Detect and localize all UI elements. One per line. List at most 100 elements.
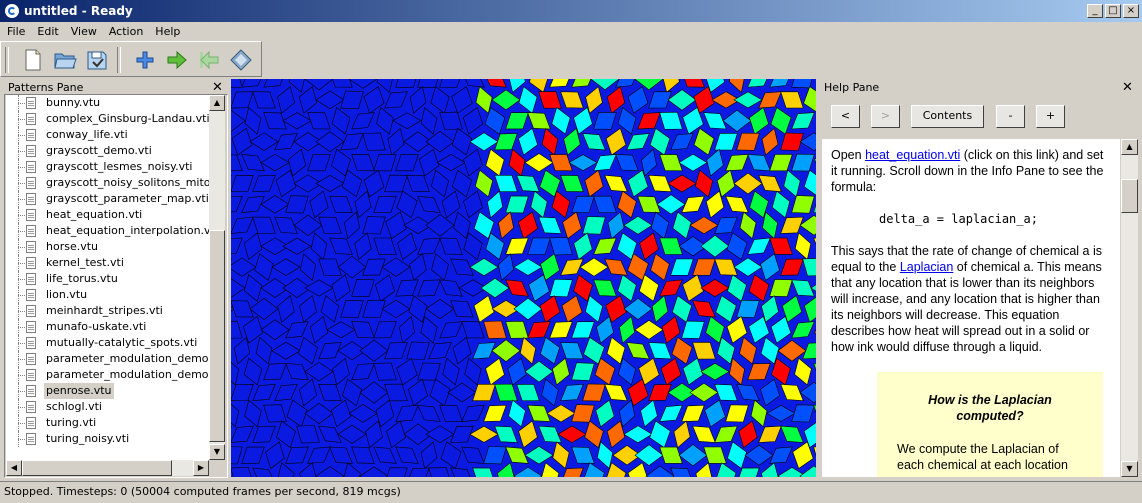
penrose-tile: [298, 378, 318, 407]
scroll-thumb[interactable]: [209, 230, 225, 442]
penrose-tile: [700, 362, 730, 381]
penrose-tile: [791, 79, 813, 89]
penrose-tile: [384, 91, 408, 109]
help-contents-button[interactable]: Contents: [911, 105, 984, 128]
maximize-button[interactable]: □: [1105, 4, 1121, 18]
add-icon[interactable]: [133, 48, 157, 72]
file-icon: [26, 97, 36, 109]
penrose-tile: [249, 132, 279, 151]
help-vertical-scrollbar[interactable]: ▲ ▼: [1121, 139, 1138, 477]
penrose-tile: [231, 154, 243, 172]
help-pane-close-icon[interactable]: ✕: [1122, 79, 1133, 96]
help-forward-button[interactable]: >: [871, 105, 900, 128]
penrose-tile: [498, 211, 514, 240]
menu-file[interactable]: File: [0, 22, 30, 38]
penrose-tile: [593, 195, 617, 214]
penrose-tile: [692, 341, 716, 360]
penrose-tile: [761, 462, 779, 477]
heat-equation-link[interactable]: heat_equation.vti: [865, 148, 960, 162]
penrose-tile: [744, 444, 774, 466]
laplacian-link[interactable]: Laplacian: [900, 260, 954, 274]
penrose-tile: [494, 133, 518, 151]
diamond-icon[interactable]: [229, 48, 253, 72]
penrose-tile: [392, 112, 422, 130]
penrose-tile: [557, 425, 587, 443]
penrose-tile: [527, 237, 551, 255]
close-button[interactable]: ×: [1123, 4, 1139, 18]
penrose-tile: [766, 405, 796, 422]
run-icon[interactable]: [165, 48, 189, 72]
help-zoom-in-button[interactable]: +: [1036, 105, 1065, 128]
penrose-tile: [277, 462, 295, 477]
help-zoom-out-button[interactable]: -: [996, 105, 1025, 128]
menu-action[interactable]: Action: [102, 22, 148, 38]
penrose-tile: [582, 216, 606, 235]
penrose-tile: [769, 154, 793, 172]
patterns-tree[interactable]: bunny.vtu complex_Ginsburg-Landau.vti conw…: [6, 95, 209, 460]
penrose-tile: [729, 357, 745, 386]
hscroll-thumb[interactable]: [22, 460, 172, 476]
scroll-down-arrow-icon[interactable]: ▼: [209, 444, 225, 460]
penrose-tile: [667, 174, 697, 193]
patterns-vertical-scrollbar[interactable]: ▲ ▼: [209, 95, 225, 460]
help-scroll-up-arrow-icon[interactable]: ▲: [1121, 139, 1138, 155]
penrose-tile: [494, 383, 518, 402]
scroll-up-arrow-icon[interactable]: ▲: [209, 95, 225, 111]
help-scroll-down-arrow-icon[interactable]: ▼: [1121, 461, 1138, 477]
penrose-tile: [381, 257, 411, 277]
penrose-tile: [733, 172, 763, 195]
penrose-tile: [733, 91, 763, 109]
penrose-tile: [439, 237, 463, 255]
penrose-tile: [485, 148, 505, 177]
penrose-tile: [231, 257, 257, 277]
penrose-tile: [469, 425, 499, 443]
save-icon[interactable]: [85, 48, 109, 72]
penrose-tile: [736, 132, 760, 151]
penrose-tile: [277, 295, 295, 323]
penrose-tile: [513, 258, 543, 276]
penrose-tile: [417, 362, 441, 381]
penrose-tile: [430, 169, 450, 198]
penrose-tile: [231, 278, 246, 298]
menu-bar: File Edit View Action Help: [0, 22, 1142, 41]
penrose-tile: [623, 297, 653, 320]
file-icon: [26, 161, 36, 173]
minimize-button[interactable]: _: [1087, 4, 1103, 18]
penrose-tile: [315, 175, 345, 192]
penrose-tile: [244, 399, 262, 428]
penrose-tile: [376, 106, 394, 135]
penrose-tile: [579, 257, 609, 277]
patterns-horizontal-scrollbar[interactable]: ◀ ▶: [6, 460, 209, 476]
penrose-tile: [359, 381, 389, 404]
penrose-tile: [738, 420, 758, 449]
open-folder-icon[interactable]: [53, 48, 77, 72]
penrose-tile: [682, 274, 704, 302]
penrose-tile: [505, 195, 529, 214]
penrose-tile: [420, 106, 438, 135]
scroll-right-arrow-icon[interactable]: ▶: [193, 460, 209, 476]
penrose-tile: [561, 295, 583, 323]
penrose-tile: [678, 444, 708, 467]
penrose-tile: [715, 295, 737, 323]
menu-edit[interactable]: Edit: [30, 22, 63, 38]
help-back-button[interactable]: <: [831, 105, 860, 128]
penrose-tile: [791, 112, 815, 130]
penrose-tile: [373, 195, 397, 213]
file-name: schlogl.vti: [46, 400, 102, 413]
scroll-left-arrow-icon[interactable]: ◀: [6, 460, 22, 476]
penrose-tile: [596, 441, 614, 470]
penrose-tile: [263, 404, 287, 423]
help-scroll-thumb[interactable]: [1121, 179, 1138, 213]
menu-help[interactable]: Help: [148, 22, 185, 38]
laplacian-info-box: How is the Laplacian computed? We comput…: [877, 372, 1103, 477]
penrose-tile: [425, 214, 455, 237]
penrose-tile: [331, 274, 351, 302]
new-document-icon[interactable]: [21, 48, 45, 72]
penrose-tile: [271, 341, 301, 360]
penrose-tile: [678, 153, 708, 172]
penrose-tile: [508, 399, 526, 428]
render-viewport[interactable]: [231, 79, 816, 477]
penrose-tile: [590, 79, 620, 91]
reset-icon[interactable]: [197, 48, 221, 72]
menu-view[interactable]: View: [64, 22, 102, 38]
